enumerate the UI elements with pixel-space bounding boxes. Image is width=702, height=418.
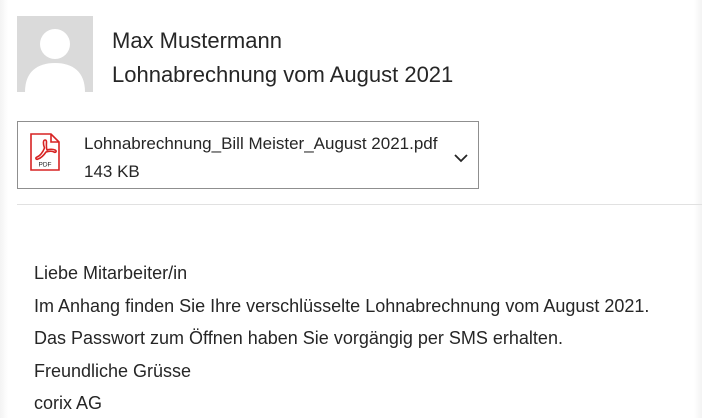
- attachment-card[interactable]: PDF Lohnabrechnung_Bill Meister_August 2…: [17, 121, 479, 189]
- left-edge-shadow: [0, 0, 8, 418]
- body-line-attachment-info: Im Anhang finden Sie Ihre verschlüsselte…: [34, 295, 650, 316]
- pdf-type-label: PDF: [39, 162, 52, 169]
- sender-name[interactable]: Max Mustermann: [112, 28, 282, 54]
- body-line-password-info: Das Passwort zum Öffnen haben Sie vorgän…: [34, 328, 563, 348]
- body-greeting: Liebe Mitarbeiter/in: [34, 263, 188, 283]
- email-body: Liebe Mitarbeiter/in Im Anhang finden Si…: [34, 257, 702, 418]
- attachment-filename[interactable]: Lohnabrechnung_Bill Meister_August 2021.…: [84, 133, 437, 154]
- pdf-file-icon: PDF: [30, 133, 60, 171]
- sender-avatar[interactable]: [17, 16, 93, 92]
- person-silhouette-icon: [17, 16, 93, 92]
- body-closing: Freundliche Grüsse: [34, 360, 192, 381]
- body-signature: corix AG: [34, 393, 103, 413]
- email-subject: Lohnabrechnung vom August 2021: [112, 62, 454, 87]
- header-divider: [17, 204, 702, 205]
- email-reading-pane: Max Mustermann Lohnabrechnung vom August…: [0, 0, 702, 418]
- chevron-down-icon[interactable]: [452, 152, 470, 164]
- attachment-size: 143 KB: [84, 162, 140, 181]
